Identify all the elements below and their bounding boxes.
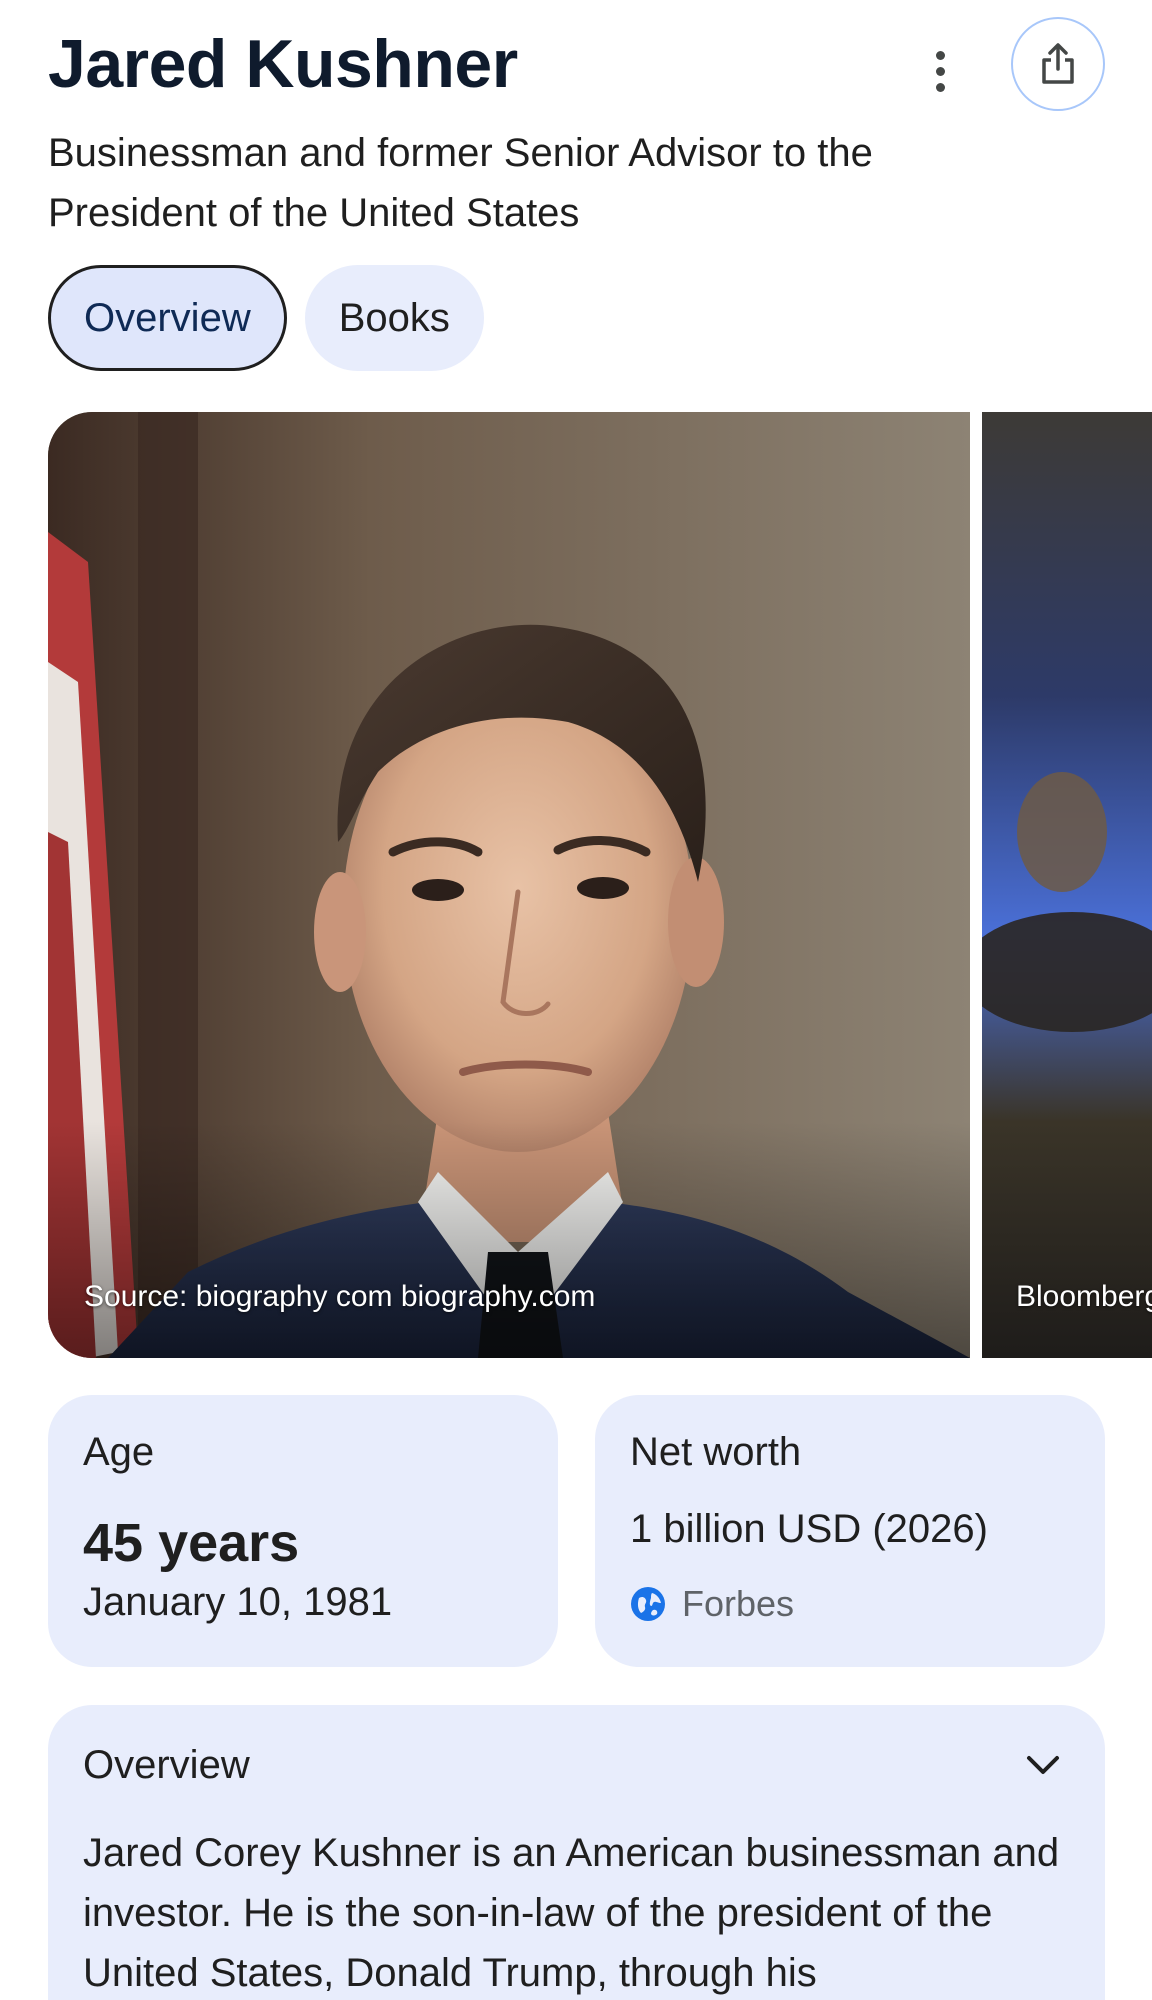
share-icon <box>1042 43 1074 84</box>
image-source-caption[interactable]: Source: biography com biography.com <box>84 1280 595 1314</box>
image-carousel[interactable]: Source: biography com biography.com Bloo… <box>48 412 1152 1358</box>
share-button[interactable] <box>1011 17 1105 111</box>
chevron-down-icon[interactable] <box>1023 1745 1063 1785</box>
age-value: 45 years <box>83 1513 300 1573</box>
overview-title: Overview <box>83 1743 250 1787</box>
age-card[interactable]: Age 45 years January 10, 1981 <box>48 1395 558 1667</box>
second-photo-illustration <box>982 412 1152 1358</box>
portrait-photo-illustration <box>48 412 970 1358</box>
tab-bar: Overview Books <box>48 265 484 371</box>
age-label: Age <box>83 1430 155 1474</box>
page-subtitle: Businessman and former Senior Advisor to… <box>48 131 873 235</box>
image-source-caption-2[interactable]: Bloomberg <box>1016 1280 1152 1314</box>
net-worth-label: Net worth <box>630 1430 802 1474</box>
net-worth-source-link[interactable]: Forbes <box>630 1583 794 1625</box>
page-title: Jared Kushner <box>48 26 518 102</box>
tab-books[interactable]: Books <box>304 265 484 371</box>
overview-text: Jared Corey Kushner is an American busin… <box>83 1831 1060 1995</box>
net-worth-source: Forbes <box>682 1583 795 1624</box>
overview-card: Overview Jared Corey Kushner is an Ameri… <box>48 1705 1105 2000</box>
more-options-button[interactable] <box>918 40 962 102</box>
second-photo[interactable]: Bloomberg <box>982 412 1152 1358</box>
net-worth-value: 1 billion USD (2026) <box>630 1507 988 1551</box>
globe-icon <box>631 1587 665 1621</box>
more-vert-icon <box>935 50 945 60</box>
birth-date: January 10, 1981 <box>83 1580 393 1624</box>
tab-overview[interactable]: Overview <box>48 265 287 371</box>
net-worth-card[interactable]: Net worth 1 billion USD (2026) Forbes <box>595 1395 1105 1667</box>
portrait-photo[interactable]: Source: biography com biography.com <box>48 412 970 1358</box>
panel-header: Jared Kushner <box>48 17 1108 124</box>
knowledge-panel: Jared Kushner Businessman and former Sen… <box>0 0 1152 2000</box>
